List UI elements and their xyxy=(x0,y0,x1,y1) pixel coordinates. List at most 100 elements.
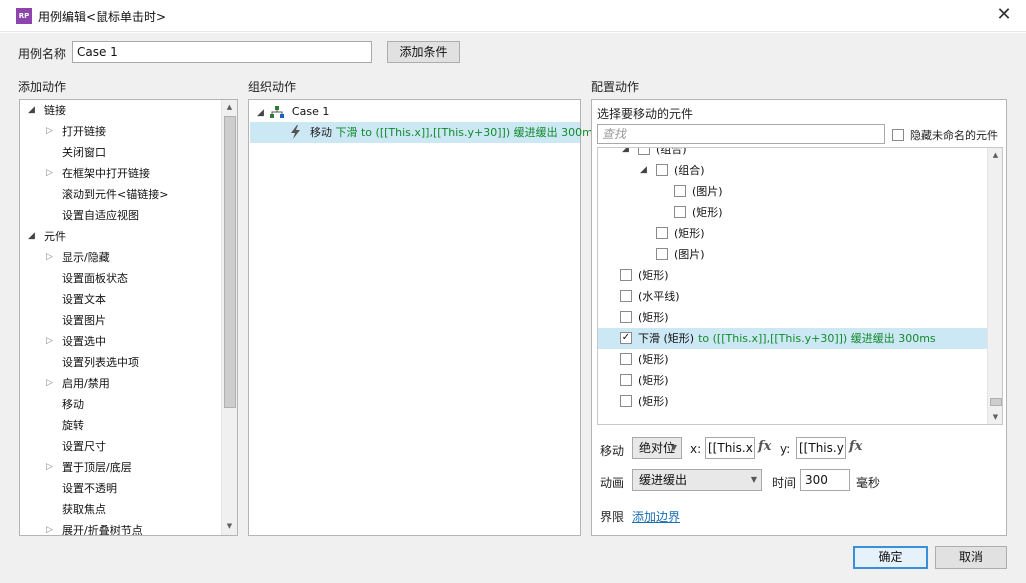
action-item[interactable]: 移动 xyxy=(20,394,220,415)
move-label: 移动 xyxy=(600,444,625,458)
expand-arrow-icon[interactable]: ▷ xyxy=(46,520,53,535)
action-item[interactable]: ▷ 展开/折叠树节点 xyxy=(20,520,220,535)
bounds-label: 界限 xyxy=(600,510,625,524)
add-condition-button[interactable]: 添加条件 xyxy=(387,41,460,63)
checkbox-icon[interactable] xyxy=(674,206,686,218)
checkbox-icon[interactable] xyxy=(638,148,650,155)
ok-button[interactable]: 确定 xyxy=(853,546,928,569)
scroll-up-icon[interactable]: ▲ xyxy=(988,148,1002,162)
action-item[interactable]: ▷ 设置选中 xyxy=(20,331,220,352)
collapse-arrow-icon[interactable]: ◢ xyxy=(640,160,647,181)
chevron-down-icon: ▼ xyxy=(750,475,757,484)
widget-label: (矩形) xyxy=(638,374,669,387)
widget-search-input[interactable]: 查找 xyxy=(597,124,885,144)
expand-arrow-icon[interactable]: ▷ xyxy=(46,457,53,478)
title-bar: RP 用例编辑<鼠标单击时> ✕ xyxy=(0,0,1026,32)
checkbox-icon[interactable] xyxy=(656,248,668,260)
action-item[interactable]: 关闭窗口 xyxy=(20,142,220,163)
action-item[interactable]: 设置不透明 xyxy=(20,478,220,499)
y-fx-icon[interactable]: fx xyxy=(849,439,862,454)
scroll-down-icon[interactable]: ▼ xyxy=(222,519,237,533)
action-label: 设置自适应视图 xyxy=(62,209,139,222)
collapse-arrow-icon[interactable]: ◢ xyxy=(28,226,35,247)
action-item[interactable]: 设置面板状态 xyxy=(20,268,220,289)
hide-unnamed-checkbox[interactable]: 隐藏未命名的元件 xyxy=(892,127,998,143)
case-row[interactable]: ◢ Case 1 xyxy=(257,101,329,122)
checkbox-icon[interactable] xyxy=(674,185,686,197)
action-label: 旋转 xyxy=(62,419,84,432)
cancel-button[interactable]: 取消 xyxy=(935,546,1007,569)
checkbox-icon[interactable] xyxy=(620,395,632,407)
checkbox-icon[interactable] xyxy=(656,227,668,239)
expand-arrow-icon[interactable]: ▷ xyxy=(46,121,53,142)
time-input[interactable]: 300 xyxy=(800,469,850,491)
organize-actions-tree: ◢ Case 1 移动 下滑 to ([[This.x]],[[This.y+3… xyxy=(248,99,599,536)
action-item[interactable]: 设置列表选中项 xyxy=(20,352,220,373)
action-detail: 下滑 to ([[This.x]],[[This.y+30]]) 缓进缓出 30… xyxy=(335,126,599,139)
action-item[interactable]: ▷ 显示/隐藏 xyxy=(20,247,220,268)
widget-label: (组合) xyxy=(674,164,705,177)
action-item[interactable]: ▷ 打开链接 xyxy=(20,121,220,142)
add-actions-scrollbar[interactable]: ▲ ▼ xyxy=(221,100,237,535)
action-label: 在框架中打开链接 xyxy=(62,167,150,180)
action-category[interactable]: ◢ 链接 xyxy=(20,100,220,121)
action-label: 启用/禁用 xyxy=(62,377,110,390)
action-item[interactable]: ▷ 置于顶层/底层 xyxy=(20,457,220,478)
scroll-thumb[interactable] xyxy=(224,116,236,408)
checkbox-icon[interactable] xyxy=(620,311,632,323)
scroll-down-icon[interactable]: ▼ xyxy=(988,410,1002,424)
case-name-input[interactable]: Case 1 xyxy=(72,41,372,63)
expand-arrow-icon[interactable]: ▷ xyxy=(46,247,53,268)
action-item[interactable]: ▷ 在框架中打开链接 xyxy=(20,163,220,184)
action-category[interactable]: ◢ 元件 xyxy=(20,226,220,247)
move-mode-select[interactable]: 绝对位 ▼ xyxy=(632,437,682,459)
action-label: 设置尺寸 xyxy=(62,440,106,453)
action-verb: 移动 xyxy=(310,126,332,139)
collapse-arrow-icon[interactable]: ◢ xyxy=(622,148,629,160)
widget-label: (矩形) xyxy=(638,269,669,282)
window-title: 用例编辑<鼠标单击时> xyxy=(38,10,167,24)
checkbox-icon[interactable] xyxy=(620,353,632,365)
add-bounds-link[interactable]: 添加边界 xyxy=(632,508,680,525)
scroll-up-icon[interactable]: ▲ xyxy=(222,100,237,114)
app-icon: RP xyxy=(16,8,32,24)
x-fx-icon[interactable]: fx xyxy=(758,439,771,454)
action-item[interactable]: 设置尺寸 xyxy=(20,436,220,457)
action-label: 设置列表选中项 xyxy=(62,356,139,369)
checkbox-icon[interactable] xyxy=(656,164,668,176)
widget-scrollbar[interactable]: ▲ ▼ xyxy=(987,148,1002,424)
action-item[interactable]: 旋转 xyxy=(20,415,220,436)
checked-checkbox-icon[interactable]: ✓ xyxy=(620,332,632,344)
time-unit: 毫秒 xyxy=(856,476,881,490)
animation-label: 动画 xyxy=(600,476,625,490)
action-item[interactable]: ▷ 启用/禁用 xyxy=(20,373,220,394)
checkbox-icon[interactable] xyxy=(620,374,632,386)
organize-actions-header: 组织动作 xyxy=(248,80,297,94)
y-label: y: xyxy=(780,442,791,456)
action-item[interactable]: 设置图片 xyxy=(20,310,220,331)
action-row[interactable]: 移动 下滑 to ([[This.x]],[[This.y+30]]) 缓进缓出… xyxy=(250,122,599,143)
action-item[interactable]: 滚动到元件<锚链接> xyxy=(20,184,220,205)
y-input[interactable]: [[This.y+ xyxy=(796,437,846,459)
expand-arrow-icon[interactable]: ▷ xyxy=(46,163,53,184)
checkbox-icon[interactable] xyxy=(620,290,632,302)
checkbox-icon[interactable] xyxy=(620,269,632,281)
expand-arrow-icon[interactable]: ▷ xyxy=(46,373,53,394)
widget-tree: ◢ (组合) ◢ (组合) (图片) (矩形) (矩形) (图片) (矩形) (水平线) (矩形) ✓… xyxy=(597,147,1003,425)
animation-select[interactable]: 缓进缓出 ▼ xyxy=(632,469,762,491)
add-actions-tree: ◢ 链接 ▷ 打开链接 关闭窗口 ▷ 在框架中打开链接 滚动到元件<锚链接> 设置自适应视图 ◢ 元… xyxy=(19,99,238,536)
expand-arrow-icon[interactable]: ▷ xyxy=(46,331,53,352)
action-item[interactable]: 获取焦点 xyxy=(20,499,220,520)
lightning-icon xyxy=(291,125,300,139)
chevron-down-icon: ▼ xyxy=(670,443,677,452)
collapse-arrow-icon[interactable]: ◢ xyxy=(28,100,35,121)
action-item[interactable]: 设置文本 xyxy=(20,289,220,310)
x-input[interactable]: [[This.x]] xyxy=(705,437,755,459)
scroll-thumb[interactable] xyxy=(990,398,1002,406)
action-label: 移动 xyxy=(62,398,84,411)
action-item[interactable]: 设置自适应视图 xyxy=(20,205,220,226)
action-label: 设置图片 xyxy=(62,314,106,327)
animation-value: 缓进缓出 xyxy=(639,473,688,487)
hide-unnamed-label: 隐藏未命名的元件 xyxy=(910,129,998,142)
close-icon[interactable]: ✕ xyxy=(992,4,1016,28)
